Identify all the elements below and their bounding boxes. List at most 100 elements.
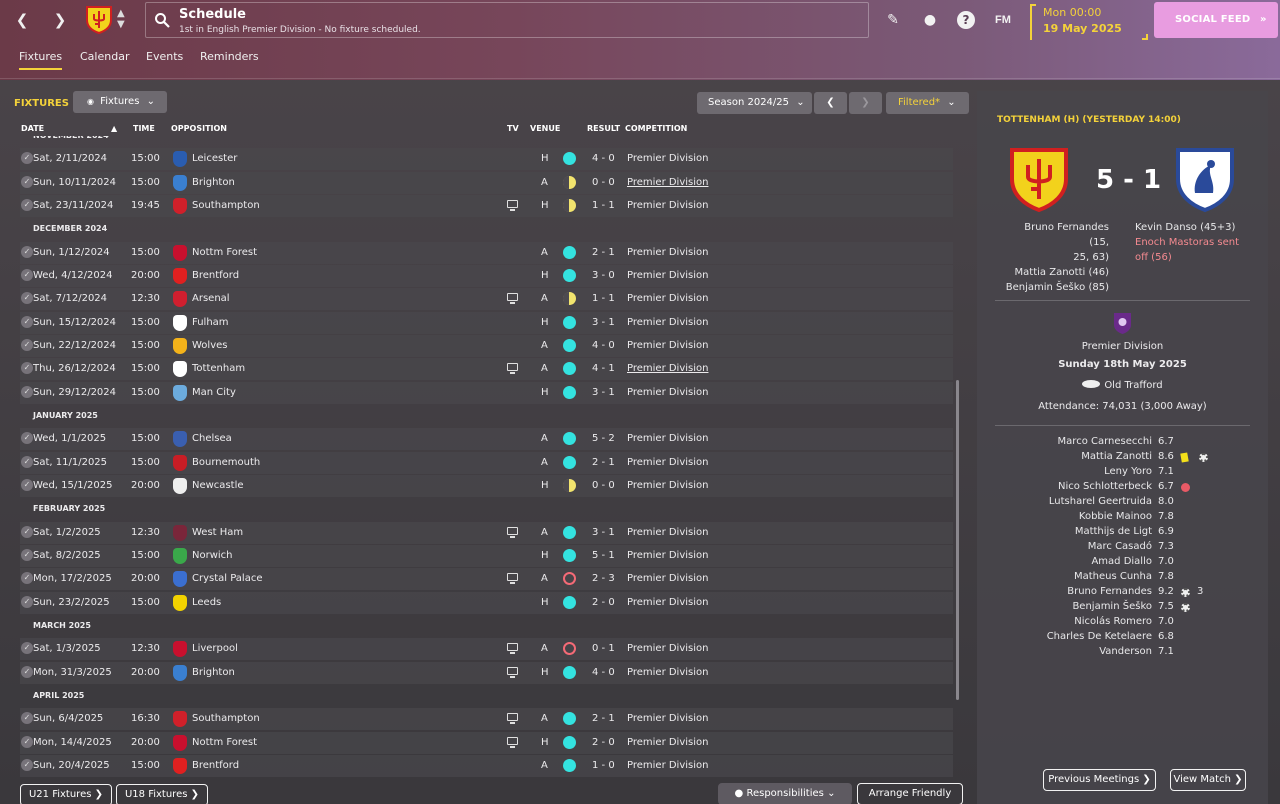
opposition-name[interactable]: Liverpool: [192, 643, 238, 654]
player-name[interactable]: Mattia Zanotti: [1081, 451, 1152, 462]
competition[interactable]: Premier Division: [627, 667, 708, 678]
score[interactable]: 1 - 1: [592, 200, 615, 211]
score[interactable]: 2 - 1: [592, 457, 615, 468]
player-name[interactable]: Vanderson: [1099, 646, 1152, 657]
fixture-row[interactable]: ✓ Mon, 17/2/2025 20:00 Crystal Palace A 2 - 3…: [20, 568, 953, 591]
opposition-name[interactable]: Norwich: [192, 550, 233, 561]
col-venue[interactable]: VENUE: [530, 124, 560, 133]
fixture-row[interactable]: ✓ Sun, 23/2/2025 15:00 Leeds H 2 - 0 Premier D…: [20, 591, 953, 614]
player-rating-row[interactable]: Nicolás Romero 7.0: [1017, 615, 1237, 630]
competition[interactable]: Premier Division: [627, 433, 708, 444]
col-result[interactable]: RESULT: [587, 124, 620, 133]
competition[interactable]: Premier Division: [627, 363, 708, 374]
opposition-name[interactable]: Southampton: [192, 713, 260, 724]
u21-fixtures-button[interactable]: U21 Fixtures ❯: [20, 784, 112, 804]
competition[interactable]: Premier Division: [627, 643, 708, 654]
opposition-name[interactable]: Tottenham: [192, 363, 245, 374]
fixture-row[interactable]: ✓ Sun, 6/4/2025 16:30 Southampton A 2 - 1 Prem…: [20, 708, 953, 731]
col-competition[interactable]: COMPETITION: [625, 124, 687, 133]
player-name[interactable]: Lutsharel Geertruida: [1049, 496, 1152, 507]
score[interactable]: 2 - 0: [592, 737, 615, 748]
game-date[interactable]: Mon 00:00 19 May 2025: [1030, 4, 1148, 40]
fixture-row[interactable]: ✓ Sat, 7/12/2024 12:30 Arsenal A 1 - 1 Premier…: [20, 288, 953, 311]
score[interactable]: 2 - 1: [592, 247, 615, 258]
competition[interactable]: Premier Division: [627, 527, 708, 538]
score[interactable]: 0 - 1: [592, 643, 615, 654]
scrollbar[interactable]: [956, 380, 959, 700]
competition[interactable]: Premier Division: [627, 550, 708, 561]
score[interactable]: 3 - 1: [592, 527, 615, 538]
score[interactable]: 3 - 1: [592, 317, 615, 328]
fixture-row[interactable]: ✓ Wed, 15/1/2025 20:00 Newcastle H 0 - 0 Premi…: [20, 474, 953, 497]
player-name[interactable]: Nico Schlotterbeck: [1058, 481, 1152, 492]
fixture-row[interactable]: ✓ Wed, 4/12/2024 20:00 Brentford H 3 - 0 Premi…: [20, 264, 953, 287]
fixtures-view-dropdown[interactable]: ◉ Fixtures ⌄: [73, 91, 167, 113]
score[interactable]: 2 - 1: [592, 713, 615, 724]
fixture-row[interactable]: ✓ Sat, 11/1/2025 15:00 Bournemouth A 2 - 1 Pre…: [20, 451, 953, 474]
opposition-name[interactable]: Nottm Forest: [192, 247, 257, 258]
competition[interactable]: Premier Division: [627, 760, 708, 771]
player-name[interactable]: Kobbie Mainoo: [1079, 511, 1152, 522]
fixture-row[interactable]: ✓ Sat, 1/2/2025 12:30 West Ham A 3 - 1 Premier…: [20, 521, 953, 544]
player-rating-row[interactable]: Leny Yoro 7.1: [1017, 465, 1237, 480]
player-rating-row[interactable]: Charles De Ketelaere 6.8: [1017, 630, 1237, 645]
score[interactable]: 5 - 1: [592, 550, 615, 561]
player-name[interactable]: Bruno Fernandes: [1067, 586, 1152, 597]
competition[interactable]: Premier Division: [627, 317, 708, 328]
opposition-name[interactable]: Nottm Forest: [192, 737, 257, 748]
competition[interactable]: Premier Division: [627, 153, 708, 164]
player-rating-row[interactable]: Kobbie Mainoo 7.8: [1017, 510, 1237, 525]
previous-meetings-button[interactable]: Previous Meetings ❯: [1043, 769, 1156, 791]
player-rating-row[interactable]: Lutsharel Geertruida 8.0: [1017, 495, 1237, 510]
opposition-name[interactable]: Crystal Palace: [192, 573, 263, 584]
score[interactable]: 3 - 0: [592, 270, 615, 281]
responsibilities-button[interactable]: ● Responsibilities ⌄: [718, 783, 852, 804]
player-name[interactable]: Marco Carnesecchi: [1058, 436, 1152, 447]
opposition-name[interactable]: Fulham: [192, 317, 229, 328]
tab-reminders[interactable]: Reminders: [200, 50, 259, 63]
fixture-row[interactable]: ✓ Sat, 8/2/2025 15:00 Norwich H 5 - 1 Premier …: [20, 544, 953, 567]
opposition-name[interactable]: Brighton: [192, 667, 235, 678]
score[interactable]: 3 - 1: [592, 387, 615, 398]
score[interactable]: 2 - 0: [592, 597, 615, 608]
opposition-name[interactable]: West Ham: [192, 527, 243, 538]
player-rating-row[interactable]: Marco Carnesecchi 6.7: [1017, 435, 1237, 450]
player-rating-row[interactable]: Bruno Fernandes 9.2 3: [1017, 585, 1237, 600]
opposition-name[interactable]: Leeds: [192, 597, 221, 608]
competition[interactable]: Premier Division: [627, 480, 708, 491]
competition[interactable]: Premier Division: [627, 270, 708, 281]
fixture-row[interactable]: ✓ Sun, 22/12/2024 15:00 Wolves A 4 - 0 Premier…: [20, 334, 953, 357]
player-rating-row[interactable]: Matthijs de Ligt 6.9: [1017, 525, 1237, 540]
player-rating-row[interactable]: Vanderson 7.1: [1017, 645, 1237, 660]
player-rating-row[interactable]: Mattia Zanotti 8.6: [1017, 450, 1237, 465]
col-opposition[interactable]: OPPOSITION: [171, 124, 227, 133]
score[interactable]: 0 - 0: [592, 177, 615, 188]
competition[interactable]: Premier Division: [627, 247, 708, 258]
fixture-row[interactable]: ✓ Sun, 15/12/2024 15:00 Fulham H 3 - 1 Premier…: [20, 311, 953, 334]
prev-season-button[interactable]: ❮: [814, 92, 847, 114]
help-icon[interactable]: ?: [957, 11, 975, 29]
fixture-row[interactable]: ✓ Wed, 1/1/2025 15:00 Chelsea A 5 - 2 Premier …: [20, 428, 953, 451]
fixture-row[interactable]: ✓ Mon, 31/3/2025 20:00 Brighton H 4 - 0 Premie…: [20, 661, 953, 684]
fixture-row[interactable]: ✓ Sun, 1/12/2024 15:00 Nottm Forest A 2 - 1 Pr…: [20, 241, 953, 264]
player-rating-row[interactable]: Marc Casadó 7.3: [1017, 540, 1237, 555]
social-feed-button[interactable]: SOCIAL FEED »: [1154, 2, 1278, 38]
score[interactable]: 4 - 0: [592, 340, 615, 351]
forward-arrow-icon[interactable]: ❯: [50, 10, 70, 30]
competition[interactable]: Premier Division: [627, 293, 708, 304]
opposition-name[interactable]: Man City: [192, 387, 236, 398]
view-match-button[interactable]: View Match ❯: [1170, 769, 1246, 791]
fixture-row[interactable]: ✓ Sat, 2/11/2024 15:00 Leicester H 4 - 0 Premi…: [20, 148, 953, 171]
tab-calendar[interactable]: Calendar: [80, 50, 129, 63]
fixture-row[interactable]: ✓ Sat, 1/3/2025 12:30 Liverpool A 0 - 1 Premie…: [20, 638, 953, 661]
u18-fixtures-button[interactable]: U18 Fixtures ❯: [116, 784, 208, 804]
competition[interactable]: Premier Division: [627, 737, 708, 748]
fixture-row[interactable]: ✓ Sun, 10/11/2024 15:00 Brighton A 0 - 0 Premi…: [20, 171, 953, 194]
next-season-button[interactable]: ❯: [849, 92, 882, 114]
tab-fixtures[interactable]: Fixtures: [19, 50, 63, 70]
opposition-name[interactable]: Newcastle: [192, 480, 244, 491]
col-tv[interactable]: TV: [507, 124, 519, 133]
season-dropdown[interactable]: Season 2024/25 ⌄: [697, 92, 812, 114]
opposition-name[interactable]: Brentford: [192, 760, 239, 771]
back-arrow-icon[interactable]: ❮: [12, 10, 32, 30]
